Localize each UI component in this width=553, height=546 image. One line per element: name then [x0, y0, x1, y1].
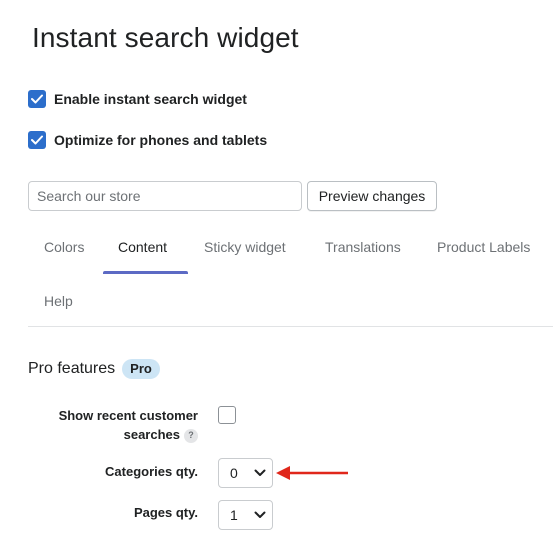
categories-qty-label: Categories qty. — [105, 464, 198, 479]
tab-content[interactable]: Content — [118, 239, 167, 255]
recent-searches-label: Show recent customer searches? — [59, 406, 198, 444]
recent-searches-label-line1: Show recent customer — [58, 408, 198, 423]
pages-qty-label: Pages qty. — [133, 505, 198, 520]
pro-features-heading: Pro features Pro — [28, 359, 160, 379]
check-icon — [31, 135, 43, 145]
categories-qty-value: 0 — [230, 465, 238, 481]
optimize-mobile-checkbox[interactable] — [28, 131, 46, 149]
optimize-mobile-option[interactable]: Optimize for phones and tablets — [28, 131, 267, 149]
tabs-divider — [28, 326, 553, 327]
tab-help[interactable]: Help — [44, 293, 73, 309]
optimize-mobile-label[interactable]: Optimize for phones and tablets — [54, 132, 267, 148]
tab-translations[interactable]: Translations — [325, 239, 401, 255]
preview-search-input[interactable] — [28, 181, 302, 211]
tab-colors[interactable]: Colors — [44, 239, 84, 255]
recent-searches-label-line2: searches — [123, 427, 180, 442]
pages-qty-select[interactable]: 1 — [218, 500, 273, 530]
pro-features-title: Pro features — [28, 360, 116, 377]
preview-changes-button[interactable]: Preview changes — [307, 181, 437, 211]
help-icon[interactable]: ? — [184, 428, 198, 443]
chevron-down-icon — [254, 511, 266, 518]
pro-badge: Pro — [122, 359, 160, 379]
enable-widget-option[interactable]: Enable instant search widget — [28, 90, 247, 108]
pages-qty-value: 1 — [230, 507, 238, 523]
red-arrow-icon — [276, 466, 348, 480]
chevron-down-icon — [254, 469, 266, 476]
page-title: Instant search widget — [32, 22, 299, 53]
active-tab-indicator — [103, 271, 188, 274]
enable-widget-label[interactable]: Enable instant search widget — [54, 91, 247, 107]
categories-qty-select[interactable]: 0 — [218, 458, 273, 488]
recent-searches-checkbox[interactable] — [218, 406, 236, 424]
enable-widget-checkbox[interactable] — [28, 90, 46, 108]
check-icon — [31, 94, 43, 104]
tab-sticky-widget[interactable]: Sticky widget — [204, 239, 286, 255]
tab-product-labels[interactable]: Product Labels — [437, 239, 530, 255]
